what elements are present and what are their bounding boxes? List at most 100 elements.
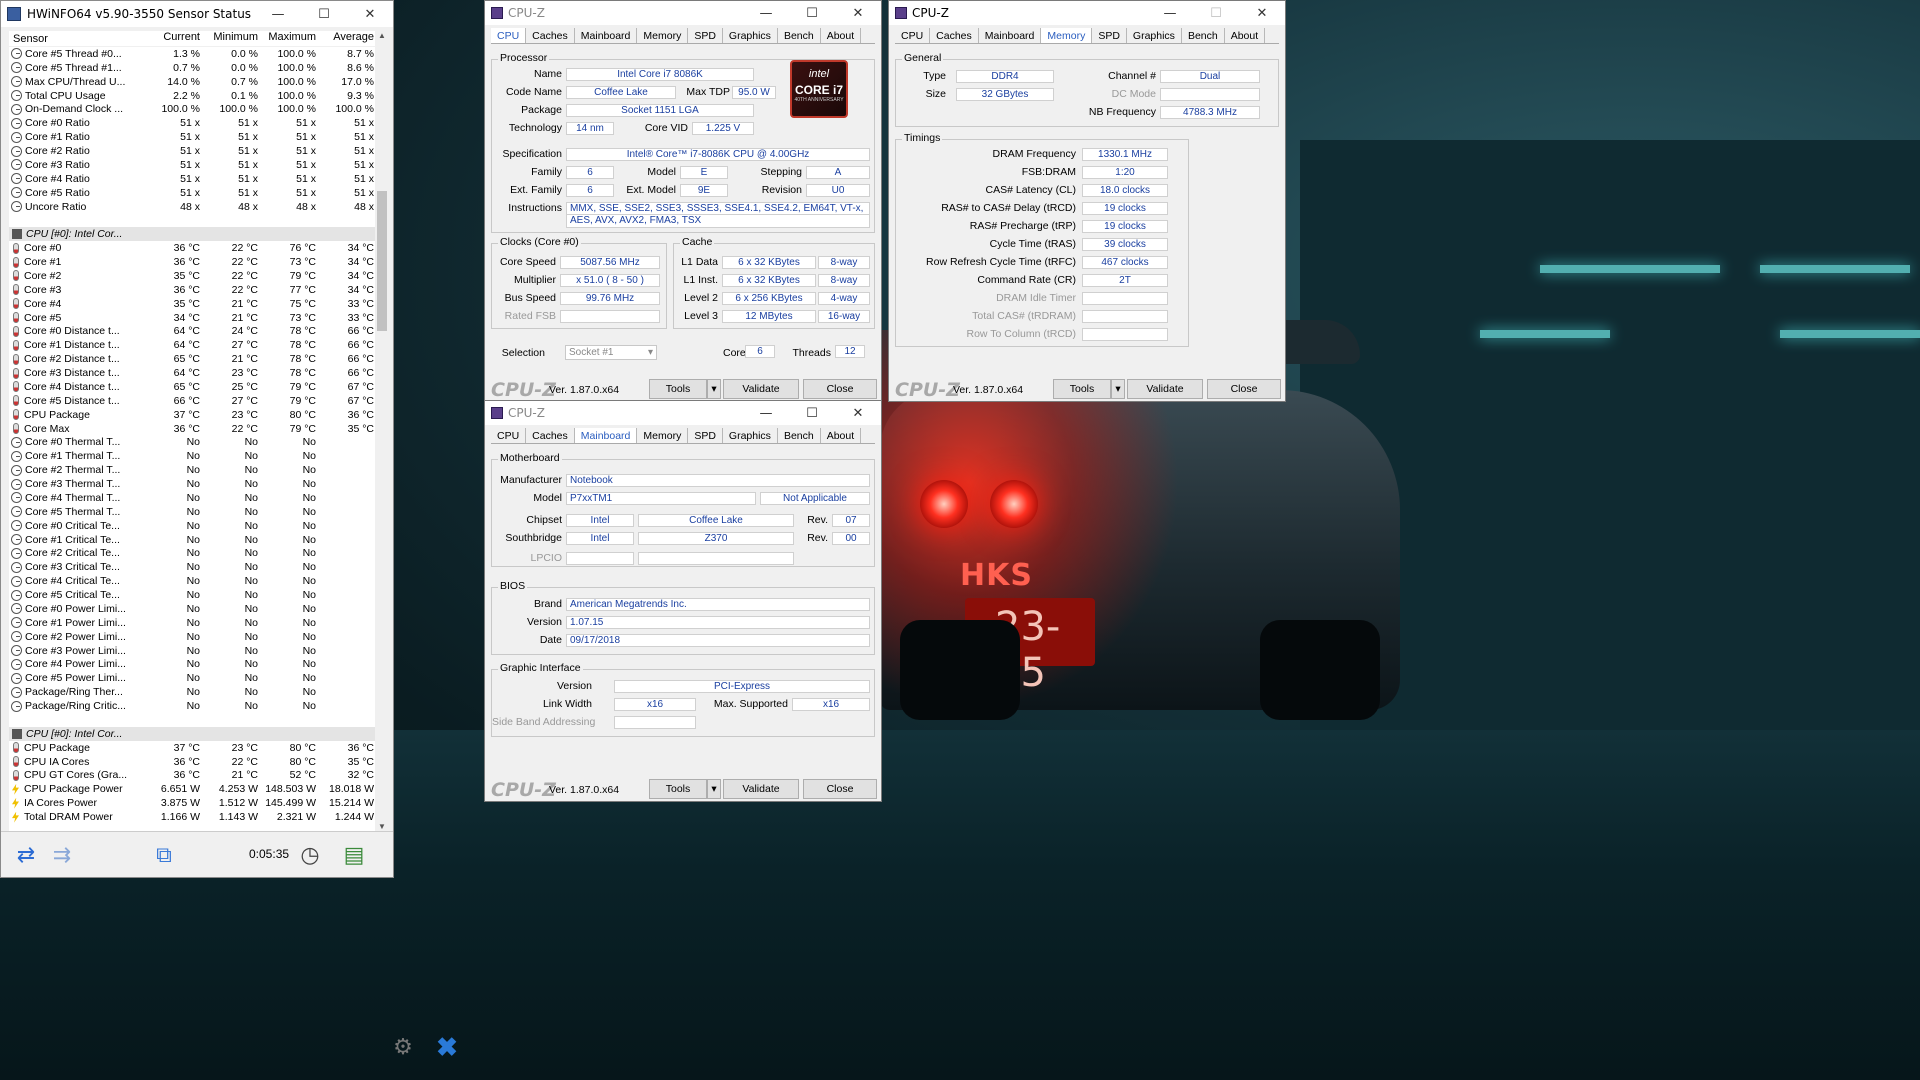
exit-x-icon[interactable]: ✖: [430, 1030, 464, 1064]
sensor-row[interactable]: Core #2 Critical Te... No No No: [9, 547, 379, 561]
tools-dropdown-icon[interactable]: ▾: [707, 379, 721, 399]
sensor-row[interactable]: Core Max 36 °C 22 °C 79 °C 35 °C: [9, 422, 379, 436]
tools-button[interactable]: Tools: [649, 779, 707, 799]
cpuz-titlebar[interactable]: CPU-Z — ☐ ✕: [485, 401, 881, 425]
sensor-row[interactable]: Core #5 Thread #0... 1.3 % 0.0 % 100.0 % 8.7…: [9, 47, 379, 61]
scrollbar[interactable]: ▲ ▼: [375, 31, 389, 831]
validate-button[interactable]: Validate: [1127, 379, 1203, 399]
sensor-row[interactable]: Core #5 Thermal T... No No No: [9, 505, 379, 519]
sensor-row[interactable]: Core #5 Critical Te... No No No: [9, 588, 379, 602]
sensor-row[interactable]: CPU Package 37 °C 23 °C 80 °C 36 °C: [9, 408, 379, 422]
hwinfo-window[interactable]: HWiNFO64 v5.90-3550 Sensor Status — ☐ ✕ …: [0, 0, 394, 878]
sensor-row[interactable]: Core #4 Ratio 51 x 51 x 51 x 51 x: [9, 172, 379, 186]
sensor-row[interactable]: IA Cores Power 3.875 W 1.512 W 145.499 W 15.…: [9, 796, 379, 810]
sensor-row[interactable]: CPU IA Cores 36 °C 22 °C 80 °C 35 °C: [9, 755, 379, 769]
sensor-row[interactable]: Core #3 Thermal T... No No No: [9, 477, 379, 491]
socket-select[interactable]: Socket #1 ▾: [565, 345, 657, 360]
maximize-icon[interactable]: ☐: [789, 6, 835, 21]
sensor-row[interactable]: Core #4 Thermal T... No No No: [9, 491, 379, 505]
tab-cpu[interactable]: CPU: [491, 28, 527, 43]
sensor-row[interactable]: Core #2 Ratio 51 x 51 x 51 x 51 x: [9, 144, 379, 158]
sensor-row[interactable]: CPU Package Power 6.651 W 4.253 W 148.503 W…: [9, 782, 379, 796]
close-icon[interactable]: ✕: [835, 6, 881, 21]
tab-spd[interactable]: SPD: [688, 428, 723, 443]
tab-about[interactable]: About: [821, 28, 862, 43]
tab-caches[interactable]: Caches: [930, 28, 979, 43]
maximize-icon[interactable]: ☐: [301, 7, 347, 22]
tab-bench[interactable]: Bench: [778, 428, 821, 443]
minimize-icon[interactable]: —: [255, 7, 301, 22]
tab-memory[interactable]: Memory: [1041, 28, 1093, 43]
tab-memory[interactable]: Memory: [637, 28, 689, 43]
tab-graphics[interactable]: Graphics: [723, 28, 778, 43]
tools-button[interactable]: Tools: [1053, 379, 1111, 399]
maximize-icon[interactable]: ☐: [1193, 6, 1239, 21]
sensor-row[interactable]: Core #4 35 °C 21 °C 75 °C 33 °C: [9, 297, 379, 311]
sensor-row[interactable]: Core #2 Distance t... 65 °C 21 °C 78 °C 66 °…: [9, 352, 379, 366]
sensor-row[interactable]: Core #0 Ratio 51 x 51 x 51 x 51 x: [9, 116, 379, 130]
tab-bench[interactable]: Bench: [1182, 28, 1225, 43]
hwinfo-titlebar[interactable]: HWiNFO64 v5.90-3550 Sensor Status — ☐ ✕: [1, 1, 393, 27]
sensor-row[interactable]: Core #1 Power Limi... No No No: [9, 616, 379, 630]
sensor-row[interactable]: Core #1 Thermal T... No No No: [9, 449, 379, 463]
sensor-row[interactable]: Core #0 Power Limi... No No No: [9, 602, 379, 616]
sensor-row[interactable]: Core #0 Thermal T... No No No: [9, 436, 379, 450]
tab-about[interactable]: About: [821, 428, 862, 443]
tab-spd[interactable]: SPD: [688, 28, 723, 43]
tab-graphics[interactable]: Graphics: [1127, 28, 1182, 43]
close-icon[interactable]: ✕: [1239, 6, 1285, 21]
tab-mainboard[interactable]: Mainboard: [979, 28, 1042, 43]
tab-memory[interactable]: Memory: [637, 428, 689, 443]
sensor-row[interactable]: Core #5 34 °C 21 °C 73 °C 33 °C: [9, 311, 379, 325]
sensor-row[interactable]: Total DRAM Power 1.166 W 1.143 W 2.321 W 1.2…: [9, 810, 379, 824]
tools-dropdown-icon[interactable]: ▾: [1111, 379, 1125, 399]
sensor-row[interactable]: Core #3 Critical Te... No No No: [9, 560, 379, 574]
sensor-list[interactable]: Core #5 Thread #0... 1.3 % 0.0 % 100.0 % 8.7…: [9, 47, 379, 831]
sensor-row[interactable]: CPU GT Cores (Gra... 36 °C 21 °C 52 °C 32 °C: [9, 769, 379, 783]
sensor-row[interactable]: Core #5 Power Limi... No No No: [9, 671, 379, 685]
cpuz-mainboard-window[interactable]: CPU-Z — ☐ ✕ CPU Caches Mainboard Memory …: [484, 400, 882, 802]
network-icon[interactable]: ⧉: [147, 838, 181, 872]
log-file-icon[interactable]: ▤: [337, 838, 371, 872]
tab-bench[interactable]: Bench: [778, 28, 821, 43]
sensor-row[interactable]: Core #1 Distance t... 64 °C 27 °C 78 °C 66 °…: [9, 338, 379, 352]
settings-gear-icon[interactable]: ⚙: [386, 1030, 420, 1064]
sensor-row[interactable]: Core #0 36 °C 22 °C 76 °C 34 °C: [9, 241, 379, 255]
sensor-row[interactable]: Max CPU/Thread U... 14.0 % 0.7 % 100.0 % 17.…: [9, 75, 379, 89]
tab-spd[interactable]: SPD: [1092, 28, 1127, 43]
sensor-row[interactable]: Core #4 Critical Te... No No No: [9, 574, 379, 588]
scroll-thumb[interactable]: [377, 191, 387, 331]
scroll-up-icon[interactable]: ▲: [375, 31, 389, 40]
sensor-row[interactable]: Core #3 Ratio 51 x 51 x 51 x 51 x: [9, 158, 379, 172]
sensor-row[interactable]: Core #5 Ratio 51 x 51 x 51 x 51 x: [9, 186, 379, 200]
column-header-current[interactable]: Current: [144, 31, 202, 46]
validate-button[interactable]: Validate: [723, 779, 799, 799]
tab-cpu[interactable]: CPU: [895, 28, 931, 43]
sensor-row[interactable]: Package/Ring Critic... No No No: [9, 699, 379, 713]
sensor-row[interactable]: CPU Package 37 °C 23 °C 80 °C 36 °C: [9, 741, 379, 755]
sensor-row[interactable]: Core #1 Critical Te... No No No: [9, 533, 379, 547]
sensor-row[interactable]: Core #5 Thread #1... 0.7 % 0.0 % 100.0 % 8.6…: [9, 61, 379, 75]
sensor-row[interactable]: Core #3 Distance t... 64 °C 23 °C 78 °C 66 °…: [9, 366, 379, 380]
sensor-row[interactable]: Core #5 Distance t... 66 °C 27 °C 79 °C 67 °…: [9, 394, 379, 408]
tab-caches[interactable]: Caches: [526, 28, 575, 43]
close-icon[interactable]: ✕: [835, 406, 881, 421]
sensor-row[interactable]: Total CPU Usage 2.2 % 0.1 % 100.0 % 9.3 %: [9, 89, 379, 103]
tab-mainboard[interactable]: Mainboard: [574, 428, 638, 443]
column-header-minimum[interactable]: Minimum: [202, 31, 260, 46]
sensor-row[interactable]: Core #4 Power Limi... No No No: [9, 658, 379, 672]
cpuz-memory-window[interactable]: CPU-Z — ☐ ✕ CPU Caches Mainboard Memory …: [888, 0, 1286, 402]
tab-about[interactable]: About: [1225, 28, 1266, 43]
sensor-row[interactable]: Core #2 Power Limi... No No No: [9, 630, 379, 644]
close-icon[interactable]: ✕: [347, 7, 393, 22]
sensor-row[interactable]: Core #0 Distance t... 64 °C 24 °C 78 °C 66 °…: [9, 325, 379, 339]
cpuz-titlebar[interactable]: CPU-Z — ☐ ✕: [485, 1, 881, 25]
maximize-icon[interactable]: ☐: [789, 406, 835, 421]
sensor-row[interactable]: Core #2 Thermal T... No No No: [9, 463, 379, 477]
sensor-row[interactable]: Core #2 35 °C 22 °C 79 °C 34 °C: [9, 269, 379, 283]
minimize-icon[interactable]: —: [743, 6, 789, 21]
column-header-sensor[interactable]: Sensor: [9, 31, 144, 46]
sensor-row[interactable]: Core #1 36 °C 22 °C 73 °C 34 °C: [9, 255, 379, 269]
column-header-average[interactable]: Average: [318, 31, 376, 46]
sensor-row[interactable]: Core #4 Distance t... 65 °C 25 °C 79 °C 67 °…: [9, 380, 379, 394]
